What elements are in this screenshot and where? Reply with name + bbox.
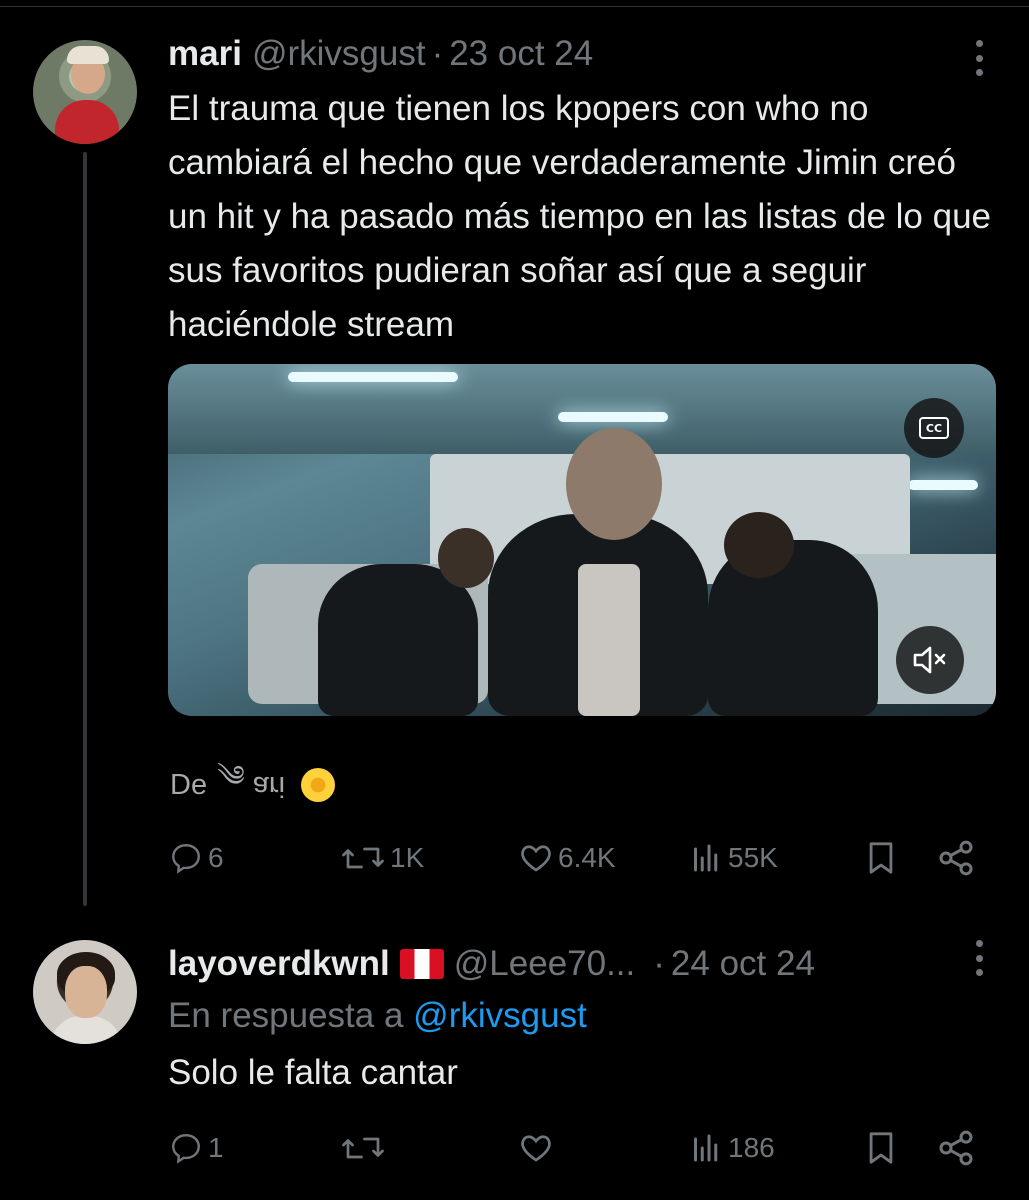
tweet-header: mari @rkivsgust · 23 oct 24	[168, 32, 593, 76]
video-scene-light	[288, 372, 458, 382]
volume-muted-icon[interactable]	[896, 626, 964, 694]
source-prefix: De	[170, 768, 208, 801]
separator-dot: ·	[431, 34, 444, 73]
reply-count: 6	[208, 842, 224, 873]
reply-icon	[172, 1134, 200, 1164]
avatar-face	[65, 966, 107, 1018]
heart-icon	[521, 1135, 551, 1162]
view-count: 186	[728, 1132, 775, 1163]
video-player[interactable]: CC	[168, 364, 996, 716]
reply-count: 1	[208, 1132, 224, 1163]
video-scene-dancer-head	[438, 528, 494, 588]
like-button[interactable]	[518, 1126, 558, 1170]
tweet-text: Solo le falta cantar	[168, 1053, 458, 1092]
reply-button[interactable]: 1	[168, 1126, 224, 1170]
repost-button[interactable]: 1K	[340, 836, 424, 880]
share-button[interactable]	[936, 836, 976, 880]
avatar-body	[51, 1016, 121, 1044]
video-scene-light	[558, 412, 668, 422]
views-icon	[694, 1134, 718, 1162]
tweet-header: layoverdkwnl @Leee70... · 24 oct 24	[168, 942, 815, 986]
closed-captions-label: CC	[919, 417, 949, 439]
views-button[interactable]: 186	[688, 1126, 775, 1170]
reply-icon	[172, 844, 200, 874]
tweet-actions: 6 1K 6.4K 55K	[168, 836, 998, 880]
tweet[interactable]: mari @rkivsgust · 23 oct 24 El trauma qu…	[0, 0, 1029, 920]
avatar-shirt	[55, 100, 119, 144]
repost-icon	[342, 1137, 384, 1159]
tweet-text: El trauma que tienen los kpopers con who…	[168, 89, 991, 344]
share-button[interactable]	[936, 1126, 976, 1170]
repost-icon	[342, 847, 384, 869]
sunflower-emoji-icon	[301, 768, 336, 802]
reply-mention-link[interactable]: @rkivsgust	[413, 996, 587, 1035]
user-handle[interactable]: @Leee70...	[454, 944, 636, 984]
user-handle[interactable]: @rkivsgust	[252, 34, 426, 74]
bookmark-button[interactable]	[864, 836, 898, 880]
video-source-attribution[interactable]: De ༄ ari	[170, 744, 336, 826]
reply-button[interactable]: 6	[168, 836, 224, 880]
views-button[interactable]: 55K	[688, 836, 778, 880]
display-name[interactable]: layoverdkwnl	[168, 944, 390, 984]
more-options-icon[interactable]	[969, 40, 989, 76]
source-name: ari	[252, 769, 286, 802]
video-scene-dancer	[318, 564, 478, 716]
view-count: 55K	[728, 842, 778, 873]
author-avatar[interactable]	[33, 40, 137, 144]
author-avatar[interactable]	[33, 940, 137, 1044]
tweet-actions: 1 186	[168, 1126, 998, 1170]
bookmark-icon	[869, 842, 893, 874]
share-icon	[939, 1130, 973, 1166]
tweet-date[interactable]: 23 oct 24	[449, 34, 593, 74]
views-icon	[694, 844, 718, 872]
source-swirl: ༄	[217, 761, 245, 793]
separator-dot: ·	[653, 944, 665, 983]
video-scene-dancer-head	[724, 512, 794, 578]
video-scene-dancer-head	[566, 428, 662, 540]
thread-connector-line	[83, 152, 87, 906]
closed-captions-icon[interactable]: CC	[904, 398, 964, 458]
more-options-icon[interactable]	[969, 940, 989, 976]
repost-count: 1K	[390, 842, 425, 873]
display-name[interactable]: mari	[168, 34, 242, 74]
heart-icon	[521, 845, 551, 872]
tweet-date[interactable]: 24 oct 24	[671, 944, 815, 984]
tweet[interactable]: layoverdkwnl @Leee70... · 24 oct 24 En r…	[0, 920, 1029, 1200]
reply-context: En respuesta a @rkivsgust	[168, 992, 587, 1040]
bookmark-button[interactable]	[864, 1126, 898, 1170]
video-scene-shirt	[578, 564, 640, 716]
bookmark-icon	[869, 1132, 893, 1164]
video-scene-light	[908, 480, 978, 490]
share-icon	[939, 840, 973, 876]
repost-button[interactable]	[340, 1126, 390, 1170]
peru-flag-icon	[399, 949, 444, 979]
like-button[interactable]: 6.4K	[518, 836, 616, 880]
like-count: 6.4K	[558, 842, 616, 873]
avatar-cap	[67, 46, 109, 64]
reply-prefix: En respuesta a	[168, 996, 404, 1035]
